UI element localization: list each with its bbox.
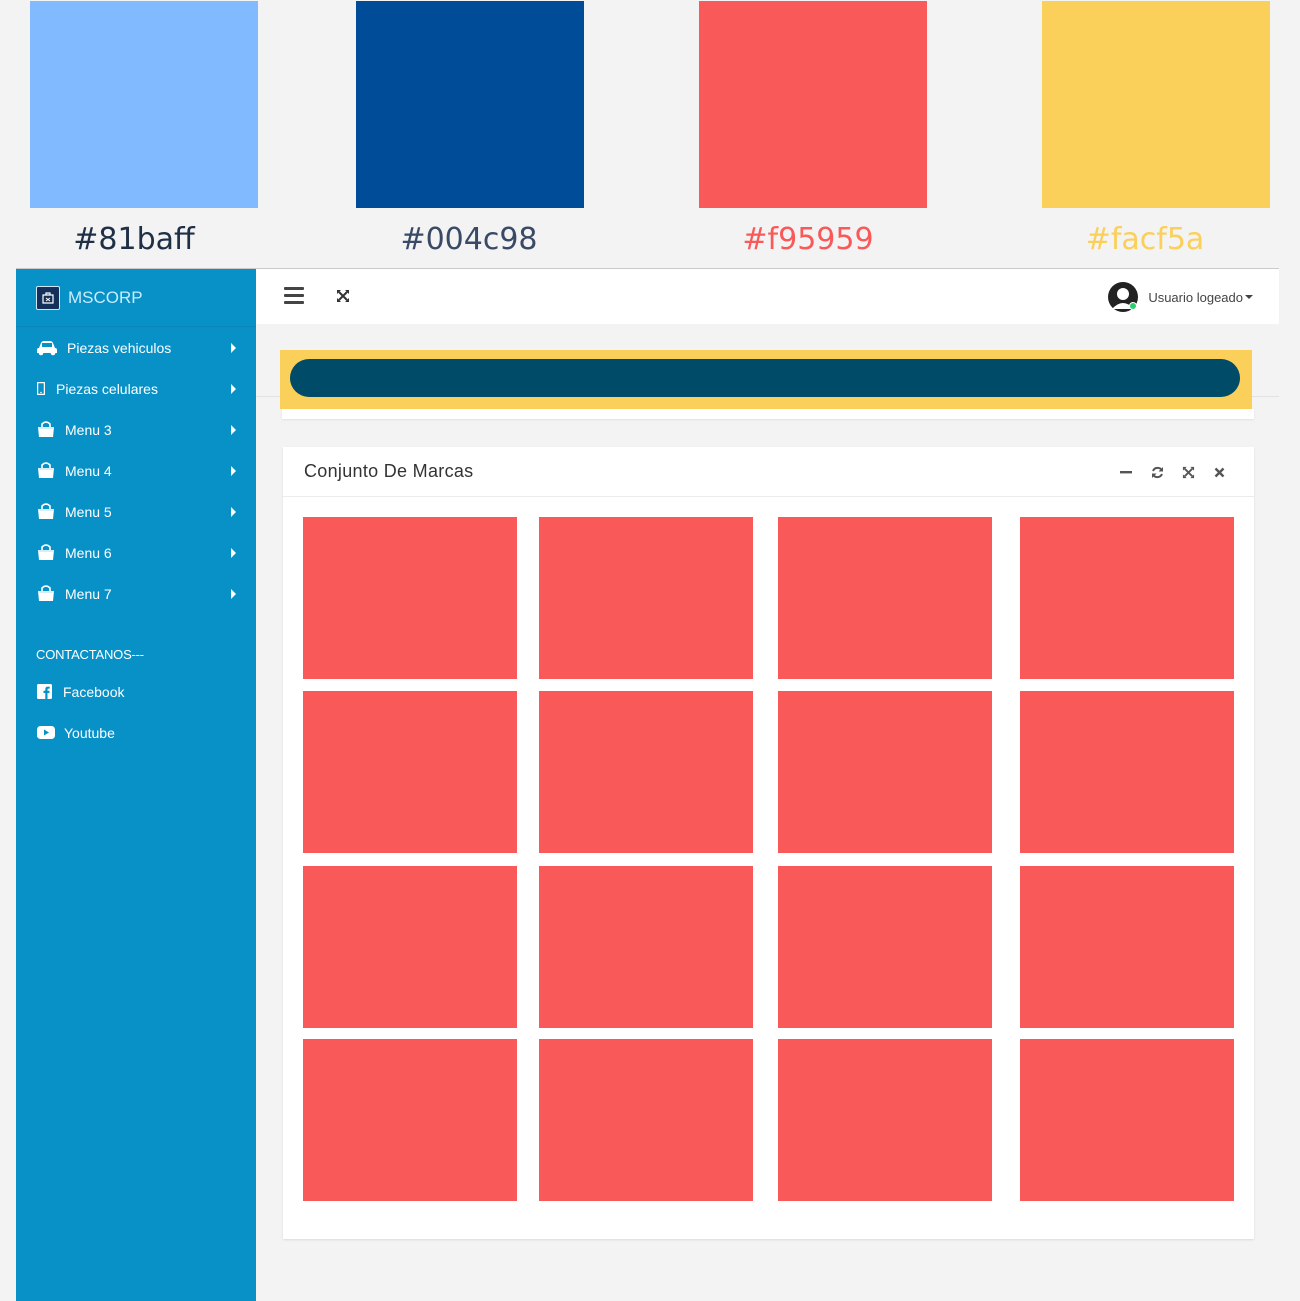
sidebar-item-label: Menu 4: [65, 462, 112, 479]
color-palette: #81baff #004c98 #f95959 #facf5a: [0, 0, 1300, 268]
swatch-label-dark-blue: #004c98: [400, 222, 538, 257]
sidebar-item-youtube[interactable]: Youtube: [16, 712, 256, 753]
caret-right-icon: [231, 424, 236, 435]
sidebar-item-menu-5[interactable]: Menu 5: [16, 491, 256, 532]
swatch-light-blue: [30, 1, 258, 208]
brand-tile[interactable]: [778, 1039, 992, 1201]
banner-bar: [290, 359, 1240, 397]
sidebar-item-label: Menu 6: [65, 544, 112, 561]
sidebar-item-label: Menu 7: [65, 585, 112, 602]
sidebar: MSCORP Piezas vehiculos Piezas celulares: [16, 269, 256, 1301]
shopping-bag-icon: [36, 585, 56, 603]
brand-tile[interactable]: [778, 866, 992, 1028]
brand-tile[interactable]: [539, 691, 753, 853]
top-navbar: Usuario logeado: [256, 269, 1279, 324]
swatch-red: [699, 1, 927, 208]
sidebar-item-label: Piezas celulares: [56, 380, 158, 397]
caret-right-icon: [231, 465, 236, 476]
announcement-banner: [280, 350, 1252, 409]
swatch-yellow: [1042, 1, 1270, 208]
brand-tile[interactable]: [539, 1039, 753, 1201]
mobile-icon: [36, 380, 46, 398]
refresh-icon[interactable]: [1150, 465, 1164, 479]
swatch-label-light-blue: #81baff: [73, 222, 195, 257]
brand-tile[interactable]: [778, 691, 992, 853]
minimize-icon[interactable]: [1119, 465, 1133, 479]
sidebar-item-label: Facebook: [63, 683, 125, 700]
user-menu[interactable]: Usuario logeado: [1108, 282, 1253, 312]
sidebar-item-facebook[interactable]: Facebook: [16, 671, 256, 712]
brand-name: MSCORP: [68, 287, 143, 307]
brands-panel: Conjunto De Marcas: [283, 447, 1254, 1239]
panel-header: Conjunto De Marcas: [283, 447, 1254, 497]
fullscreen-icon[interactable]: [336, 289, 350, 303]
shopping-bag-icon: [36, 462, 56, 480]
brand-tile[interactable]: [778, 517, 992, 679]
sidebar-nav: Piezas vehiculos Piezas celulares Menu 3: [16, 327, 256, 614]
app-window: MSCORP Piezas vehiculos Piezas celulares: [16, 268, 1279, 1301]
brand-tile[interactable]: [1020, 517, 1234, 679]
user-avatar-icon: [1108, 282, 1139, 312]
expand-icon[interactable]: [1181, 465, 1195, 479]
brand-tile[interactable]: [1020, 866, 1234, 1028]
shopping-bag-icon: [36, 544, 56, 562]
sidebar-item-menu-6[interactable]: Menu 6: [16, 532, 256, 573]
sidebar-item-menu-7[interactable]: Menu 7: [16, 573, 256, 614]
sidebar-item-label: Piezas vehiculos: [67, 339, 172, 356]
sidebar-item-label: Menu 5: [65, 503, 112, 520]
sidebar-item-menu-4[interactable]: Menu 4: [16, 450, 256, 491]
car-icon: [36, 339, 58, 357]
brand-tile[interactable]: [1020, 1039, 1234, 1201]
caret-right-icon: [231, 588, 236, 599]
close-icon[interactable]: [1212, 465, 1226, 479]
contact-section-title: CONTACTANOS---: [36, 646, 144, 662]
user-name: Usuario logeado: [1148, 289, 1243, 305]
brand[interactable]: MSCORP: [16, 269, 256, 327]
caret-right-icon: [231, 383, 236, 394]
shopping-bag-icon: [36, 421, 56, 439]
sidebar-item-piezas-celulares[interactable]: Piezas celulares: [16, 368, 256, 409]
swatch-label-red: #f95959: [742, 222, 874, 257]
hamburger-menu-icon[interactable]: [284, 287, 304, 304]
facebook-icon: [36, 683, 52, 701]
panel-tools: [1102, 465, 1226, 479]
swatch-label-yellow: #facf5a: [1085, 222, 1205, 257]
brand-tile[interactable]: [303, 517, 517, 679]
caret-right-icon: [231, 506, 236, 517]
brand-tile[interactable]: [539, 517, 753, 679]
caret-right-icon: [231, 547, 236, 558]
sidebar-item-label: Youtube: [64, 724, 115, 741]
brand-tile[interactable]: [303, 866, 517, 1028]
brand-tile[interactable]: [303, 1039, 517, 1201]
brand-tile[interactable]: [1020, 691, 1234, 853]
brand-tile[interactable]: [303, 691, 517, 853]
brand-logo-icon: [36, 285, 60, 310]
brand-tile[interactable]: [539, 866, 753, 1028]
caret-down-icon: [1245, 295, 1253, 299]
shopping-bag-icon: [36, 503, 56, 521]
banner-card-bottom: [282, 409, 1254, 419]
sidebar-item-label: Menu 3: [65, 421, 112, 438]
youtube-icon: [36, 724, 55, 742]
sidebar-item-menu-3[interactable]: Menu 3: [16, 409, 256, 450]
sidebar-item-piezas-vehiculos[interactable]: Piezas vehiculos: [16, 327, 256, 368]
panel-title: Conjunto De Marcas: [304, 461, 474, 481]
caret-right-icon: [231, 342, 236, 353]
swatch-dark-blue: [356, 1, 584, 208]
contact-nav: Facebook Youtube: [16, 671, 256, 753]
